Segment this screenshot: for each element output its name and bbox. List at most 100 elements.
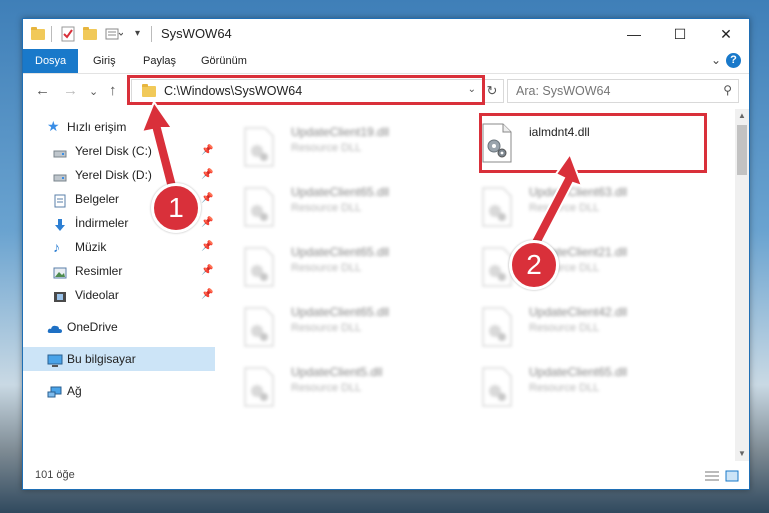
file-type: Resource DLL — [291, 382, 362, 394]
search-box[interactable]: ⚲ — [507, 79, 739, 103]
quick-access-dropdown-icon[interactable]: ▾ — [135, 28, 140, 44]
up-button[interactable]: ↑ — [109, 82, 117, 99]
properties-icon[interactable] — [61, 26, 75, 42]
dll-file-icon — [244, 247, 274, 287]
sidebar-item-label: Resimler — [75, 264, 123, 278]
dll-file-icon — [244, 367, 274, 407]
file-item[interactable]: UpdateClient65.dll Resource DLL — [481, 365, 701, 415]
sidebar-item-label: Hızlı erişim — [67, 120, 127, 134]
status-bar: 101 öğe — [23, 463, 749, 489]
file-item[interactable]: UpdateClient63.dll Resource DLL — [481, 185, 701, 235]
pin-icon: 📌 — [201, 265, 214, 276]
details-view-icon[interactable] — [705, 470, 719, 482]
dll-file-icon — [482, 367, 512, 407]
dll-file-icon — [244, 127, 274, 167]
pin-icon: 📌 — [201, 217, 214, 228]
dll-file-icon — [244, 307, 274, 347]
sidebar-item-this-pc[interactable]: Bu bilgisayar — [23, 347, 215, 371]
forward-button[interactable]: → — [63, 82, 78, 99]
sidebar-item-onedrive[interactable]: OneDrive — [23, 315, 215, 339]
search-input[interactable] — [514, 83, 708, 99]
sidebar-item-label: İndirmeler — [75, 216, 129, 230]
file-name: UpdateClient19.dll — [291, 125, 390, 139]
maximize-button[interactable]: ☐ — [657, 19, 703, 49]
sidebar-item-label: Bu bilgisayar — [67, 352, 136, 366]
tab-gorunum[interactable]: Görünüm — [189, 49, 259, 73]
scroll-thumb[interactable] — [737, 125, 747, 175]
tab-giris[interactable]: Giriş — [81, 49, 128, 73]
videos-icon — [53, 288, 67, 302]
file-item[interactable]: UpdateClient65.dll Resource DLL — [243, 245, 463, 295]
file-type: Resource DLL — [291, 202, 362, 214]
ribbon-tabs: Dosya Giriş Paylaş Görünüm ⌄ ? — [23, 49, 749, 74]
pin-icon: 📌 — [201, 193, 214, 204]
download-icon — [53, 216, 67, 231]
navigation-bar: ← → ⌄ ↑ C:\Windows\SysWOW64 ⌄ ↻ ⚲ — [23, 74, 749, 108]
pin-icon: 📌 — [201, 169, 214, 180]
file-name: UpdateClient65.dll — [291, 185, 390, 199]
separator — [151, 26, 152, 42]
file-name: UpdateClient5.dll — [291, 365, 383, 379]
pin-icon: 📌 — [201, 289, 214, 300]
recent-locations-button[interactable]: ⌄ — [89, 85, 98, 98]
sidebar-item-label: Ağ — [67, 384, 82, 398]
dll-file-icon — [244, 187, 274, 227]
file-type: Resource DLL — [291, 322, 362, 334]
sidebar-item-label: OneDrive — [67, 320, 118, 334]
sidebar-item-videos[interactable]: Videolar 📌 — [23, 283, 215, 307]
file-name: UpdateClient42.dll — [529, 305, 628, 319]
file-explorer-window: ▾ SysWOW64 — ☐ ✕ Dosya Giriş Paylaş Görü… — [22, 18, 750, 490]
pictures-icon — [53, 264, 67, 279]
separator — [51, 26, 52, 42]
star-icon: ★ — [47, 118, 60, 134]
window-title: SysWOW64 — [161, 26, 232, 41]
pin-icon: 📌 — [201, 241, 214, 252]
minimize-button[interactable]: — — [611, 19, 657, 49]
tab-dosya[interactable]: Dosya — [23, 49, 79, 73]
sidebar-item-pictures[interactable]: Resimler 📌 — [23, 259, 215, 283]
help-icon[interactable]: ? — [726, 53, 741, 68]
file-list: UpdateClient19.dll Resource DLL ialmdnt4… — [217, 109, 735, 461]
sidebar-item-music[interactable]: ♪ Müzik 📌 — [23, 235, 215, 259]
title-bar: ▾ SysWOW64 — ☐ ✕ — [23, 19, 749, 49]
sidebar-item-network[interactable]: Ağ — [23, 379, 215, 403]
drive-icon — [53, 144, 67, 158]
scroll-up-icon[interactable]: ▲ — [735, 111, 749, 120]
annotation-badge-2: 2 — [509, 240, 559, 290]
pin-icon: 📌 — [201, 145, 214, 156]
sidebar-item-label: Müzik — [75, 240, 107, 254]
dll-file-icon — [482, 187, 512, 227]
computer-icon — [47, 352, 63, 367]
file-item[interactable]: UpdateClient19.dll Resource DLL — [243, 125, 463, 175]
file-type: Resource DLL — [529, 322, 600, 334]
file-highlight-box — [479, 113, 707, 173]
documents-icon — [53, 192, 67, 208]
file-type: Resource DLL — [291, 142, 362, 154]
sidebar-item-label: Videolar — [75, 288, 119, 302]
cloud-icon — [47, 320, 62, 334]
search-icon[interactable]: ⚲ — [723, 83, 732, 97]
expand-ribbon-icon[interactable]: ⌄ — [711, 53, 721, 67]
scroll-down-icon[interactable]: ▼ — [735, 449, 749, 458]
file-item[interactable]: UpdateClient42.dll Resource DLL — [481, 305, 701, 355]
back-button[interactable]: ← — [35, 82, 50, 99]
annotation-badge-1: 1 — [151, 183, 201, 233]
close-button[interactable]: ✕ — [703, 19, 749, 49]
large-icons-view-icon[interactable] — [725, 470, 739, 482]
file-name: UpdateClient65.dll — [291, 245, 390, 259]
drive-icon — [53, 168, 67, 182]
file-type: Resource DLL — [529, 382, 600, 394]
file-item[interactable]: UpdateClient5.dll Resource DLL — [243, 365, 463, 415]
file-item[interactable]: UpdateClient65.dll Resource DLL — [243, 185, 463, 235]
sidebar-item-label: Belgeler — [75, 192, 120, 206]
file-type: Resource DLL — [291, 262, 362, 274]
customize-toolbar-icon[interactable] — [105, 26, 124, 42]
file-item[interactable]: UpdateClient65.dll Resource DLL — [243, 305, 463, 355]
file-name: UpdateClient65.dll — [291, 305, 390, 319]
music-icon: ♪ — [53, 239, 60, 255]
dll-file-icon — [482, 307, 512, 347]
tab-paylas[interactable]: Paylaş — [131, 49, 188, 73]
file-name: UpdateClient65.dll — [529, 365, 628, 379]
item-count: 101 öğe — [35, 469, 75, 481]
vertical-scrollbar[interactable]: ▲ ▼ — [735, 109, 749, 461]
